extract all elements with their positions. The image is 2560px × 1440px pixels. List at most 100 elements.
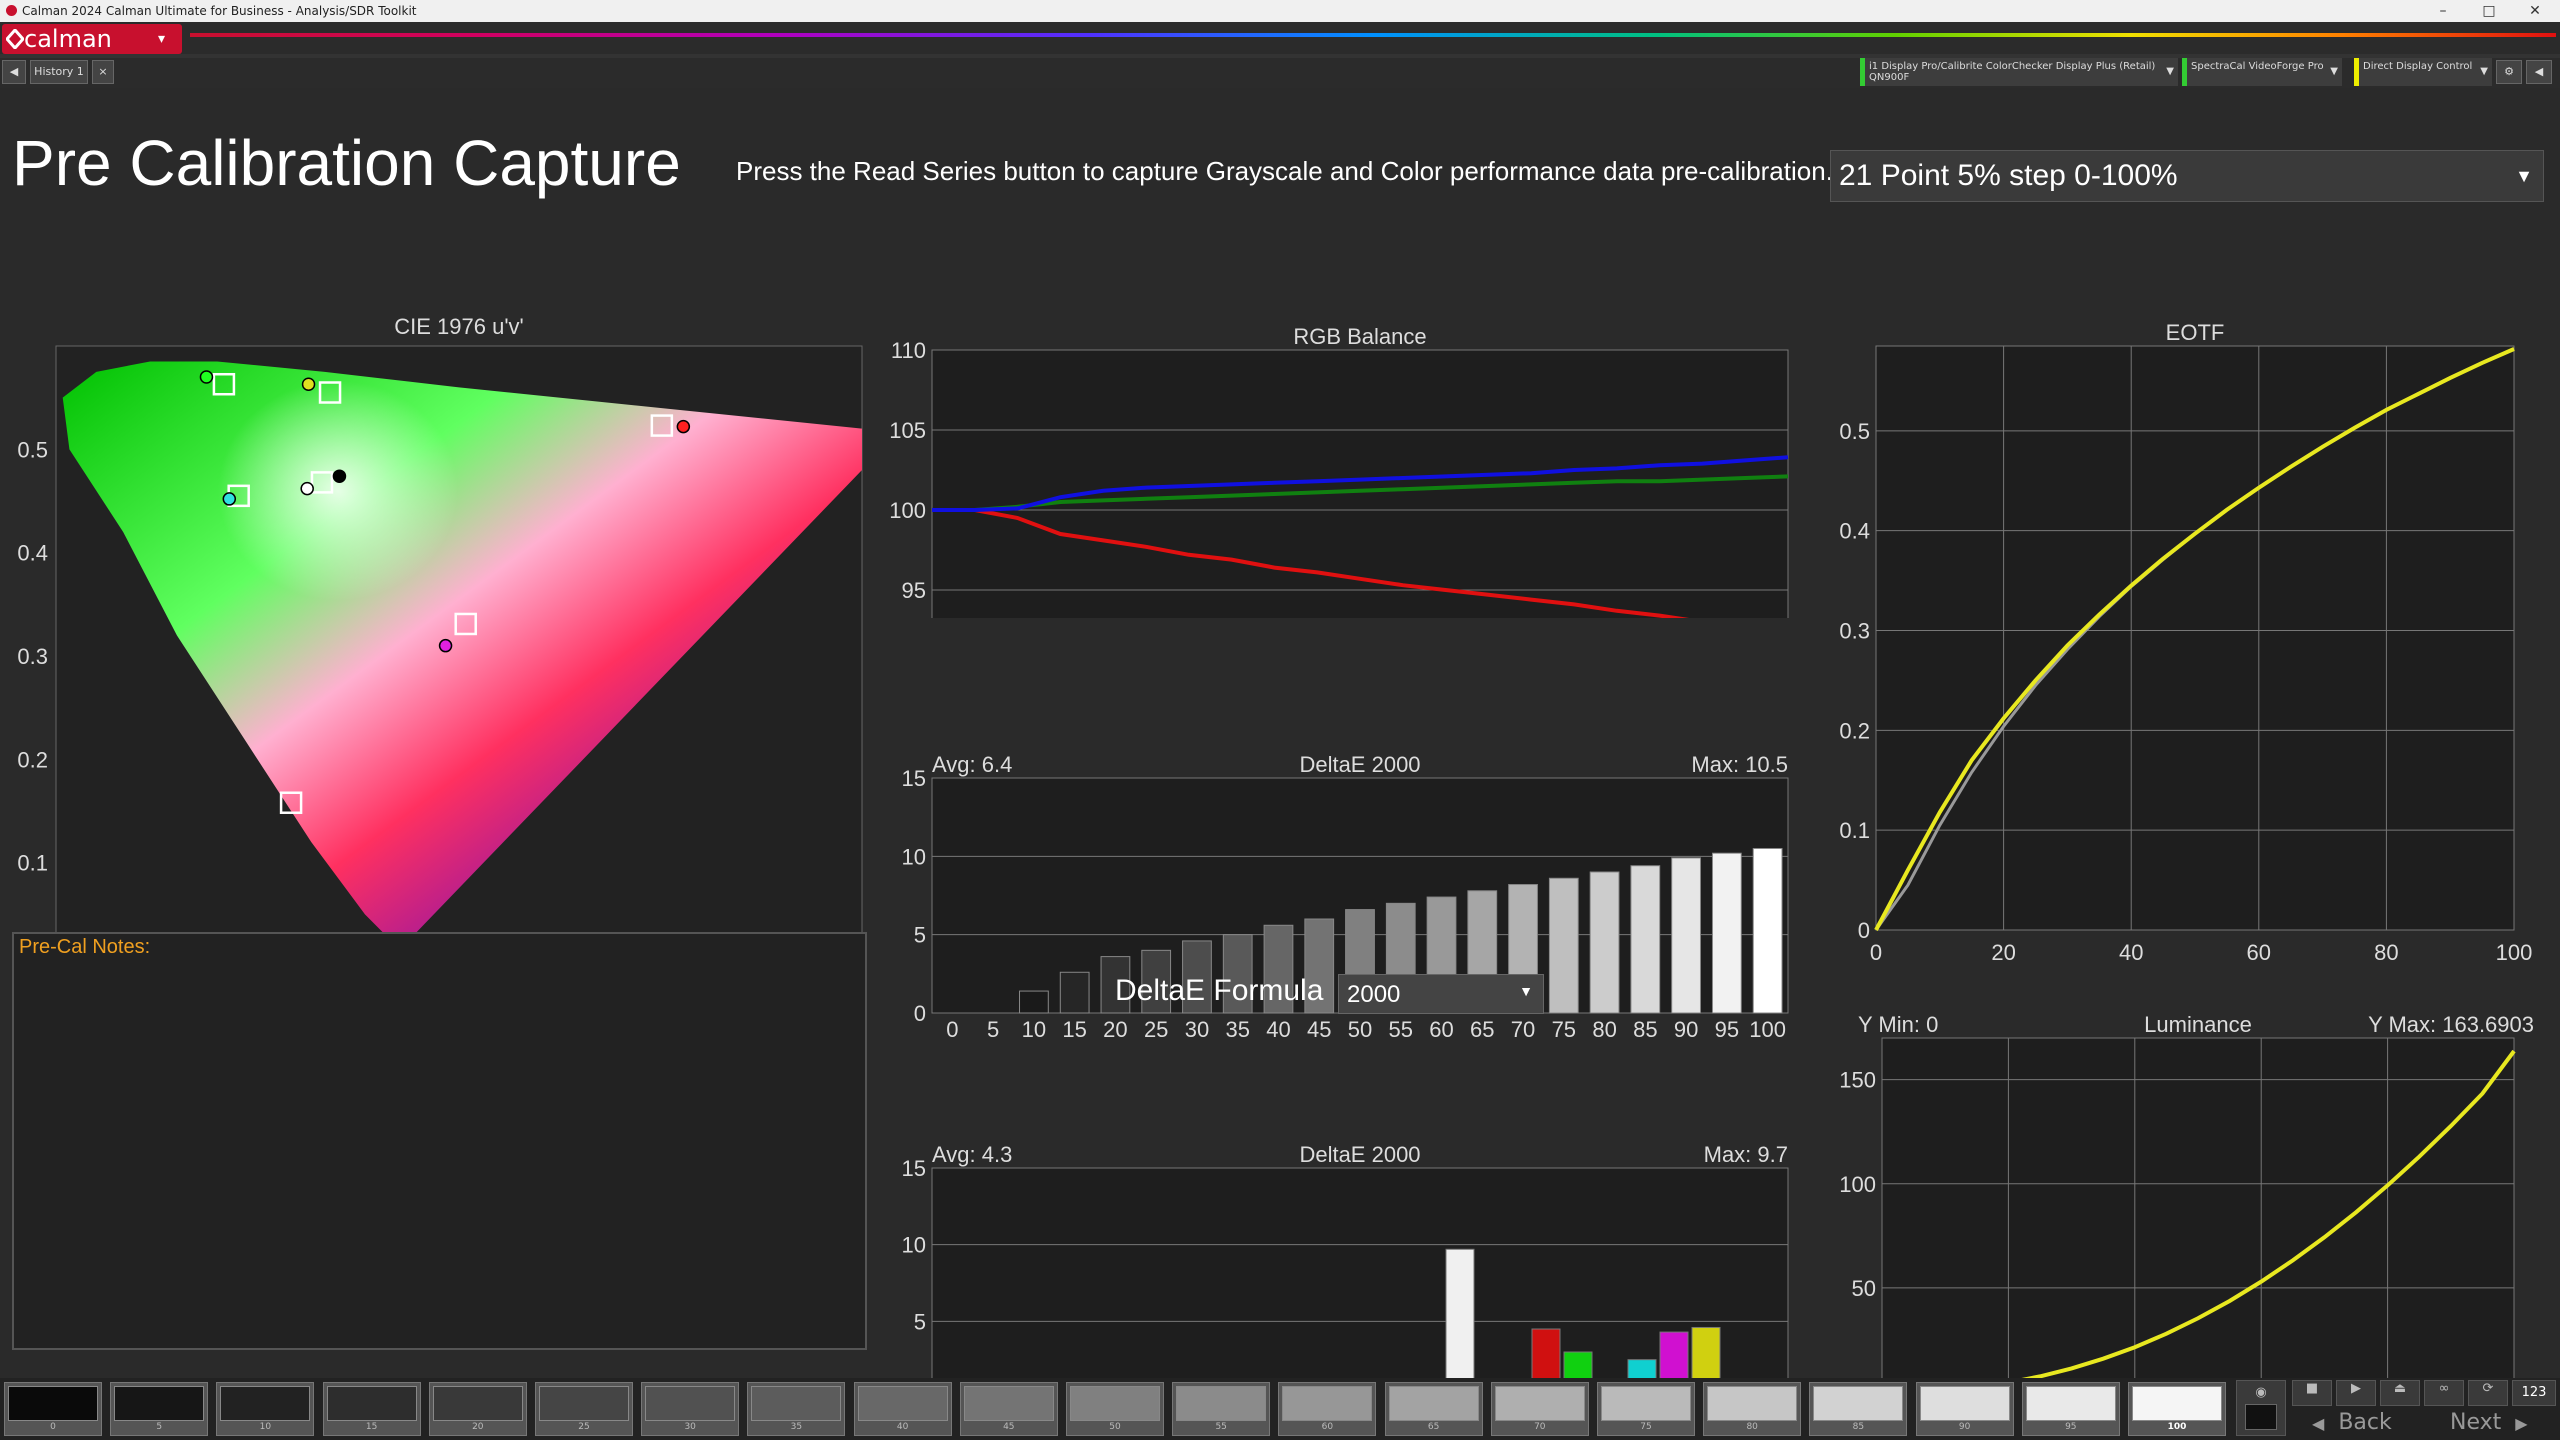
- next-button[interactable]: Next ▶: [2440, 1410, 2556, 1436]
- rgb-ytick: 95: [902, 578, 926, 603]
- lum-ytick: 50: [1852, 1276, 1876, 1301]
- collapse-button[interactable]: ◀: [2526, 60, 2552, 84]
- swatch-label: 40: [896, 1422, 909, 1432]
- lum-ytick: 100: [1839, 1172, 1876, 1197]
- tab-history-1[interactable]: History 1: [30, 60, 88, 84]
- de1-bar: [1548, 877, 1579, 1014]
- cie-measured-point: [199, 370, 214, 384]
- swatch-label: 65: [1427, 1422, 1440, 1432]
- pre-cal-notes[interactable]: Pre-Cal Notes:: [12, 932, 867, 1350]
- settings-button[interactable]: ⚙: [2496, 60, 2522, 84]
- de1-max: Max: 10.5: [1691, 752, 1788, 777]
- de1-title: DeltaE 2000: [1299, 752, 1420, 777]
- cie-measured-point: [300, 481, 314, 496]
- de1-bar: [1059, 971, 1090, 1014]
- rgb-ytick: 100: [889, 498, 926, 523]
- device-selector-1[interactable]: i1 Display Pro/Calibrite ColorChecker Di…: [1860, 58, 2178, 86]
- gear-icon: ⚙: [2504, 65, 2514, 78]
- device-selector-2[interactable]: SpectraCal VideoForge Pro ▼: [2182, 58, 2342, 86]
- cie-measured-point: [332, 469, 347, 483]
- eotf-plot-area: [1875, 345, 2515, 931]
- eotf-ytick: 0.1: [1839, 818, 1870, 843]
- chevron-down-icon: ▼: [1519, 983, 1533, 999]
- pattern-swatch-15[interactable]: 15: [322, 1382, 421, 1436]
- swatch-color: [1388, 1386, 1479, 1421]
- de1-ytick: 0: [914, 1001, 926, 1026]
- pattern-swatch-45[interactable]: 45: [959, 1382, 1058, 1436]
- back-button[interactable]: ◀ Back: [2292, 1410, 2422, 1436]
- pattern-swatch-25[interactable]: 25: [535, 1382, 633, 1436]
- pattern-swatch-85[interactable]: 85: [1809, 1382, 1908, 1436]
- close-button[interactable]: ✕: [2512, 0, 2558, 22]
- play-icon: ▶: [2351, 1381, 2361, 1396]
- cie-measured-point: [676, 419, 691, 434]
- swatch-label: 0: [50, 1422, 56, 1432]
- swatch-label: 55: [1215, 1422, 1227, 1432]
- de2-bar: [1445, 1248, 1475, 1399]
- back-arrow-icon: ◀: [2312, 1414, 2325, 1433]
- pattern-swatch-0[interactable]: 0: [4, 1382, 102, 1436]
- refresh-button[interactable]: ⟳: [2468, 1380, 2508, 1406]
- pattern-swatch-65[interactable]: 65: [1384, 1382, 1483, 1436]
- page-title: Pre Calibration Capture: [12, 127, 681, 199]
- minimize-button[interactable]: –: [2420, 0, 2466, 22]
- device-sub: QN900F: [1869, 72, 1910, 83]
- source-pattern-button[interactable]: ◉: [2236, 1380, 2286, 1436]
- pattern-swatch-80[interactable]: 80: [1703, 1382, 1802, 1436]
- pattern-swatch-60[interactable]: 60: [1278, 1382, 1377, 1436]
- continuous-read-button[interactable]: ∞: [2424, 1380, 2464, 1406]
- stop-button[interactable]: ■: [2292, 1380, 2332, 1406]
- de1-bar: [1019, 990, 1049, 1014]
- lum-ymin: Y Min: 0: [1858, 1012, 1938, 1037]
- chevron-down-icon: ▼: [2330, 66, 2338, 77]
- de1-bar: [1630, 865, 1661, 1014]
- swatch-label: 95: [2065, 1422, 2077, 1432]
- swatch-label: 90: [1958, 1422, 1971, 1432]
- calman-logo-menu[interactable]: calman ▾: [2, 24, 182, 54]
- refresh-icon: ⟳: [2482, 1381, 2494, 1396]
- device-selector-3[interactable]: Direct Display Control ▼: [2354, 58, 2492, 86]
- de2-ytick: 5: [914, 1309, 926, 1334]
- history-close-button[interactable]: ×: [92, 60, 114, 84]
- history-back-button[interactable]: ◀: [2, 60, 26, 84]
- de2-ytick: 10: [902, 1233, 926, 1258]
- cie-ytick: 0.3: [17, 644, 48, 669]
- swatch-color: [8, 1386, 98, 1421]
- pattern-swatch-55[interactable]: 55: [1172, 1382, 1271, 1436]
- device-name: i1 Display Pro/Calibrite ColorChecker Di…: [1869, 61, 2156, 72]
- pattern-swatch-30[interactable]: 30: [641, 1382, 740, 1436]
- de1-bar: [1671, 857, 1701, 1014]
- pattern-swatch-20[interactable]: 20: [428, 1382, 527, 1436]
- swatch-color: [432, 1386, 523, 1421]
- pattern-swatch-75[interactable]: 75: [1597, 1382, 1695, 1436]
- pattern-swatch-50[interactable]: 50: [1066, 1382, 1164, 1436]
- swatch-color: [2132, 1386, 2222, 1421]
- maximize-button[interactable]: □: [2466, 0, 2512, 22]
- series-select[interactable]: 21 Point 5% step 0-100% ▼: [1830, 150, 2544, 202]
- swatch-color: [1919, 1386, 2010, 1421]
- pattern-swatch-95[interactable]: 95: [2021, 1382, 2120, 1436]
- pattern-swatch-90[interactable]: 90: [1915, 1382, 2014, 1436]
- pattern-swatch-100[interactable]: 100: [2128, 1382, 2226, 1436]
- swatch-label: 75: [1640, 1422, 1652, 1432]
- pattern-swatch-35[interactable]: 35: [747, 1382, 846, 1436]
- deltae-formula-select[interactable]: 2000 ▼: [1338, 974, 1544, 1014]
- swatch-label: 35: [790, 1422, 803, 1432]
- swatch-label: 60: [1321, 1422, 1334, 1432]
- pattern-swatch-10[interactable]: 10: [216, 1382, 315, 1436]
- swatch-label: 50: [1109, 1422, 1121, 1432]
- de1-avg: Avg: 6.4: [932, 752, 1012, 777]
- read-button[interactable]: ▶: [2336, 1380, 2376, 1406]
- cie-measured-point: [438, 638, 453, 653]
- pattern-swatch-70[interactable]: 70: [1490, 1382, 1589, 1436]
- read-series-button[interactable]: ⏏: [2380, 1380, 2420, 1406]
- pattern-swatch-5[interactable]: 5: [110, 1382, 209, 1436]
- swatch-color: [220, 1386, 311, 1421]
- eotf-title: EOTF: [2166, 320, 2225, 345]
- pattern-swatch-40[interactable]: 40: [853, 1382, 952, 1436]
- rgb-ytick: 105: [889, 418, 926, 443]
- device-name: SpectraCal VideoForge Pro: [2191, 61, 2324, 72]
- swatch-color: [539, 1386, 629, 1421]
- de2-avg: Avg: 4.3: [932, 1142, 1012, 1167]
- arrow-left-icon: ◀: [2534, 65, 2544, 78]
